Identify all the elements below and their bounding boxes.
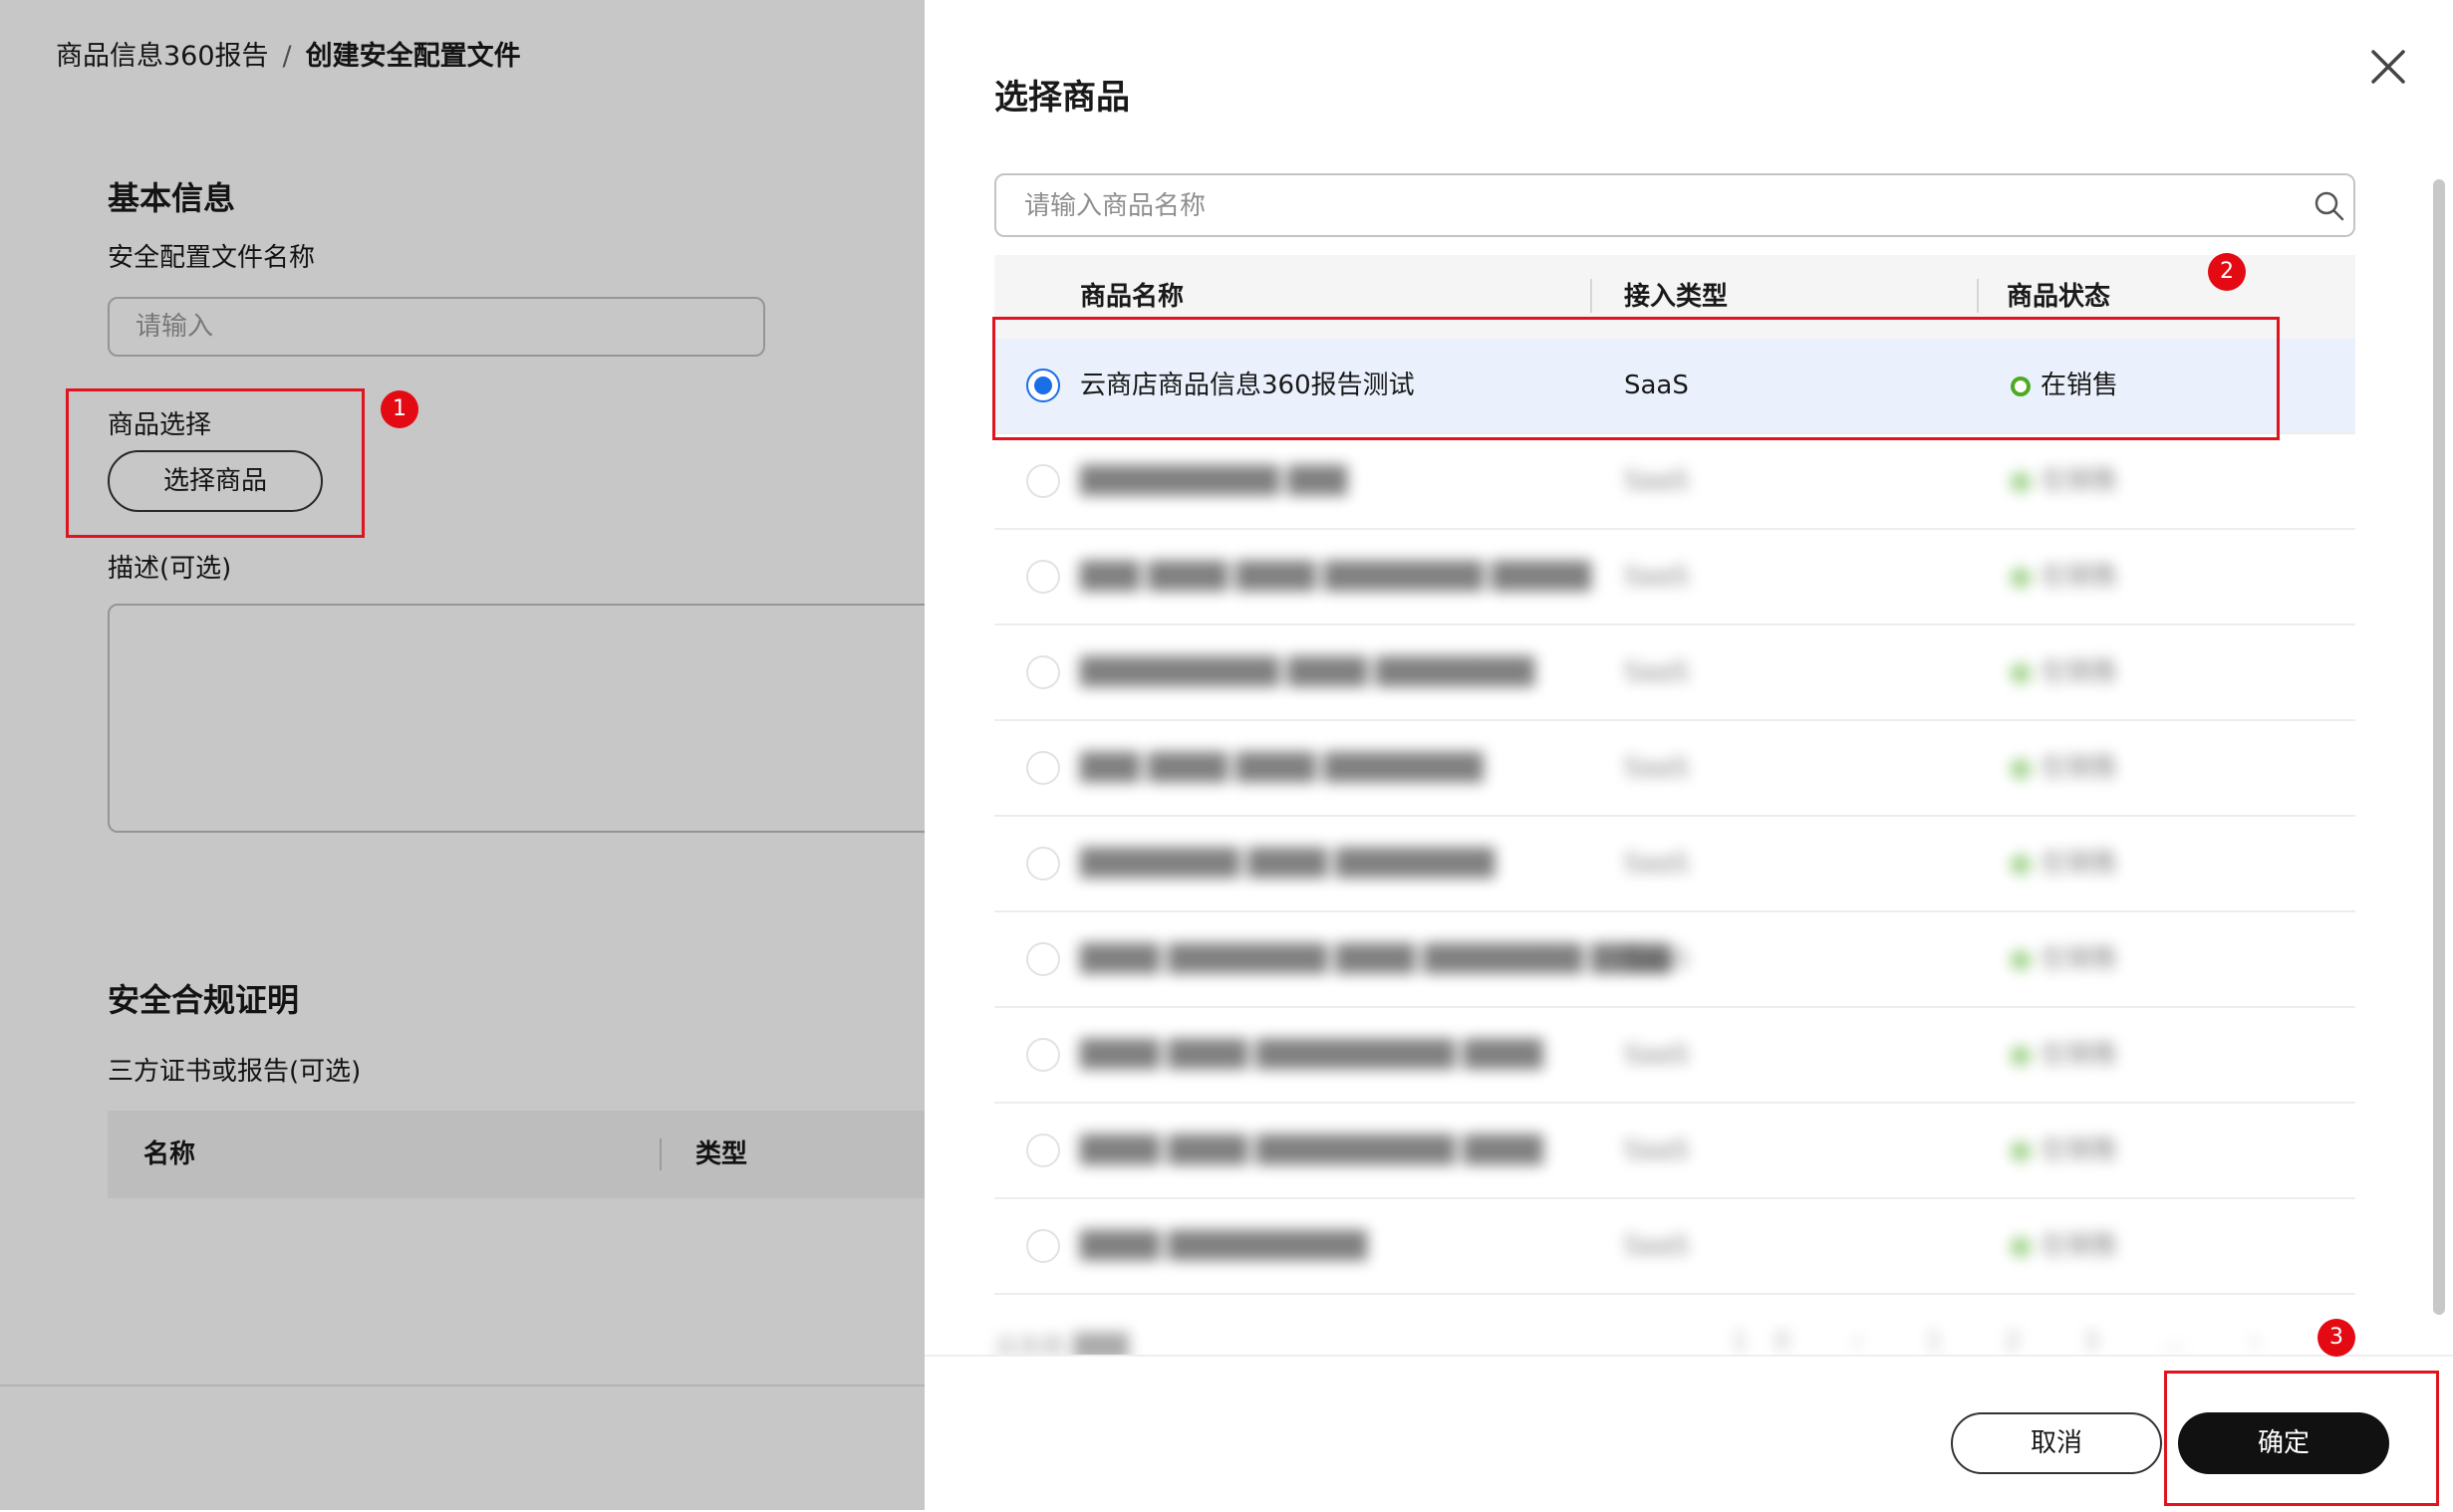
pagination-pages[interactable]: 10 ‹ 1 2 3 … › <box>1732 1327 2287 1355</box>
status-on-sale-icon <box>2011 1237 2031 1257</box>
select-product-drawer: 选择商品 商品名称 接入类型 商品状态 云商店商品信息360报告测试 SaaS … <box>925 0 2453 1512</box>
table-row[interactable]: ███ ████ ████ ████████ SaaS 在销售 <box>994 721 2355 817</box>
product-search-box <box>994 173 2355 237</box>
drawer-title: 选择商品 <box>994 78 1130 118</box>
access-type-cell: SaaS <box>1624 753 1689 783</box>
table-row[interactable]: ████ ████ ██████████ ████ SaaS 在销售 <box>994 1104 2355 1199</box>
product-name-cell: ████ ████ ██████████ ████ <box>1080 1135 1543 1165</box>
status-on-sale-icon <box>2011 568 2031 588</box>
close-icon[interactable] <box>2367 46 2409 88</box>
status-on-sale-icon <box>2011 472 2031 492</box>
product-name-cell: ██████████ ████ ████████ <box>1080 657 1535 687</box>
status-cell: 在销售 <box>2041 1135 2119 1165</box>
status-cell: 在销售 <box>2041 1040 2119 1070</box>
column-divider <box>1977 279 1979 313</box>
radio-unselected[interactable] <box>1026 847 1060 881</box>
table-row[interactable]: ████ ██████████ SaaS 在销售 <box>994 1199 2355 1295</box>
annotation-box-3 <box>2164 1371 2439 1506</box>
access-type-cell: SaaS <box>1624 944 1689 974</box>
radio-unselected[interactable] <box>1026 751 1060 785</box>
access-type-cell: SaaS <box>1624 562 1689 592</box>
radio-unselected[interactable] <box>1026 1038 1060 1072</box>
product-name-cell: ███ ████ ████ ████████ █████ <box>1080 562 1591 592</box>
annotation-badge-3: 3 <box>2317 1319 2355 1357</box>
product-name-cell: ███ ████ ████ ████████ <box>1080 753 1484 783</box>
status-cell: 在销售 <box>2041 753 2119 783</box>
radio-unselected[interactable] <box>1026 1229 1060 1263</box>
table-row[interactable]: ████ ████████ ████ ████████ ████ SaaS 在销… <box>994 912 2355 1008</box>
product-name-cell: ████████ ████ ████████ <box>1080 849 1496 879</box>
radio-unselected[interactable] <box>1026 942 1060 976</box>
drawer-scrollbar[interactable] <box>2433 179 2445 1315</box>
status-on-sale-icon <box>2011 1141 2031 1161</box>
product-name-cell: ██████████ ███ <box>1080 466 1348 496</box>
status-cell: 在销售 <box>2041 944 2119 974</box>
radio-unselected[interactable] <box>1026 1134 1060 1167</box>
product-name-cell: ████ ████ ██████████ ████ <box>1080 1040 1543 1070</box>
annotation-badge-2: 2 <box>2208 253 2246 291</box>
status-on-sale-icon <box>2011 950 2031 970</box>
access-type-cell: SaaS <box>1624 466 1689 496</box>
radio-unselected[interactable] <box>1026 655 1060 689</box>
status-cell: 在销售 <box>2041 657 2119 687</box>
status-cell: 在销售 <box>2041 1231 2119 1261</box>
access-type-cell: SaaS <box>1624 1231 1689 1261</box>
search-icon[interactable] <box>2314 190 2345 222</box>
table-row[interactable]: ████████ ████ ████████ SaaS 在销售 <box>994 817 2355 912</box>
status-on-sale-icon <box>2011 663 2031 683</box>
radio-unselected[interactable] <box>1026 560 1060 594</box>
annotation-box-2 <box>992 317 2280 440</box>
radio-unselected[interactable] <box>1026 464 1060 498</box>
annotation-box-1 <box>66 388 365 538</box>
table-row[interactable]: ██████████ ███ SaaS 在销售 <box>994 434 2355 530</box>
access-type-cell: SaaS <box>1624 657 1689 687</box>
access-type-cell: SaaS <box>1624 849 1689 879</box>
status-cell: 在销售 <box>2041 562 2119 592</box>
table-row[interactable]: ███ ████ ████ ████████ █████ SaaS 在销售 <box>994 530 2355 626</box>
column-divider <box>1590 279 1592 313</box>
cancel-button[interactable]: 取消 <box>1951 1412 2162 1474</box>
status-on-sale-icon <box>2011 855 2031 875</box>
access-type-cell: SaaS <box>1624 1040 1689 1070</box>
access-type-cell: SaaS <box>1624 1135 1689 1165</box>
product-name-cell: ████ ██████████ <box>1080 1231 1368 1261</box>
annotation-badge-1: 1 <box>381 390 418 428</box>
table-row[interactable]: ████ ████ ██████████ ████ SaaS 在销售 <box>994 1008 2355 1104</box>
status-on-sale-icon <box>2011 759 2031 779</box>
status-on-sale-icon <box>2011 1046 2031 1066</box>
status-cell: 在销售 <box>2041 466 2119 496</box>
product-name-cell: ████ ████████ ████ ████████ ████ <box>1080 944 1671 974</box>
product-search-input[interactable] <box>1022 183 2272 229</box>
table-row[interactable]: ██████████ ████ ████████ SaaS 在销售 <box>994 626 2355 721</box>
status-cell: 在销售 <box>2041 849 2119 879</box>
